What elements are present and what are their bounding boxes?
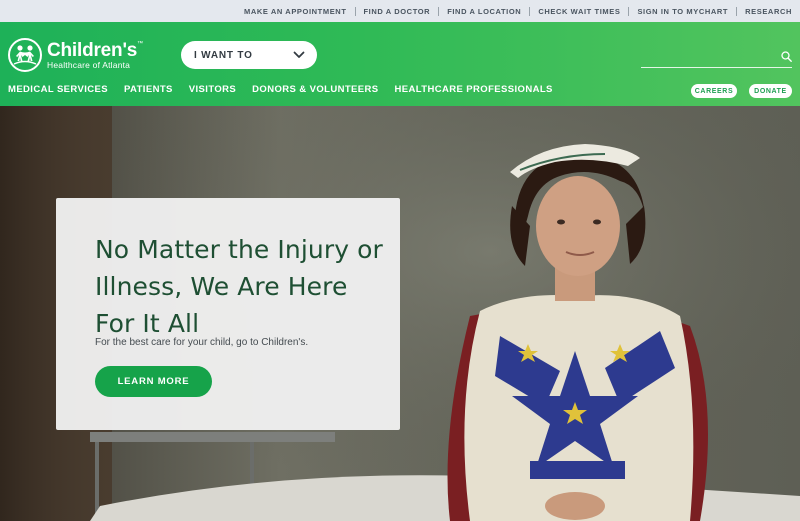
utility-link-find-location[interactable]: FIND A LOCATION [447, 7, 521, 16]
i-want-to-label: I WANT TO [194, 49, 253, 61]
divider [628, 6, 630, 16]
hero-title: No Matter the Injury or Illness, We Are … [95, 235, 383, 338]
search-icon[interactable] [781, 49, 792, 67]
logo[interactable]: Children's™ Healthcare of Atlanta [8, 38, 143, 72]
i-want-to-dropdown[interactable]: I WANT TO [181, 41, 317, 69]
nav-patients[interactable]: PATIENTS [124, 84, 173, 95]
divider [529, 6, 531, 16]
nav-healthcare-professionals[interactable]: HEALTHCARE PROFESSIONALS [395, 84, 553, 95]
nav-medical-services[interactable]: MEDICAL SERVICES [8, 84, 108, 95]
nav-donors-volunteers[interactable]: DONORS & VOLUNTEERS [252, 84, 378, 95]
divider [354, 6, 356, 16]
search-input[interactable] [641, 46, 771, 67]
utility-bar: MAKE AN APPOINTMENT FIND A DOCTOR FIND A… [0, 0, 800, 22]
search-box [641, 46, 792, 68]
nav-visitors[interactable]: VISITORS [189, 84, 236, 95]
hero-card: No Matter the Injury or Illness, We Are … [56, 198, 400, 430]
utility-link-sign-in-mychart[interactable]: SIGN IN TO MYCHART [637, 7, 728, 16]
children-logo-icon [8, 38, 42, 72]
divider [438, 6, 440, 16]
careers-button[interactable]: CAREERS [691, 84, 737, 98]
hero-section: No Matter the Injury or Illness, We Are … [0, 106, 800, 521]
utility-link-find-doctor[interactable]: FIND A DOCTOR [364, 7, 431, 16]
divider [736, 6, 738, 16]
chevron-down-icon [293, 46, 305, 64]
logo-text: Children's™ Healthcare of Atlanta [47, 41, 143, 70]
donate-button[interactable]: DONATE [749, 84, 792, 98]
utility-links: MAKE AN APPOINTMENT FIND A DOCTOR FIND A… [244, 6, 792, 16]
main-nav: MEDICAL SERVICES PATIENTS VISITORS DONOR… [8, 84, 569, 95]
logo-name: Children's™ [47, 39, 143, 61]
learn-more-button[interactable]: LEARN MORE [95, 366, 212, 397]
trademark-symbol: ™ [137, 40, 143, 47]
utility-link-check-wait-times[interactable]: CHECK WAIT TIMES [538, 7, 620, 16]
hero-subtitle: For the best care for your child, go to … [95, 337, 309, 348]
logo-subtitle: Healthcare of Atlanta [47, 59, 131, 70]
site-header: Children's™ Healthcare of Atlanta I WANT… [0, 22, 800, 106]
utility-link-research[interactable]: RESEARCH [745, 7, 792, 16]
utility-link-make-appointment[interactable]: MAKE AN APPOINTMENT [244, 7, 347, 16]
